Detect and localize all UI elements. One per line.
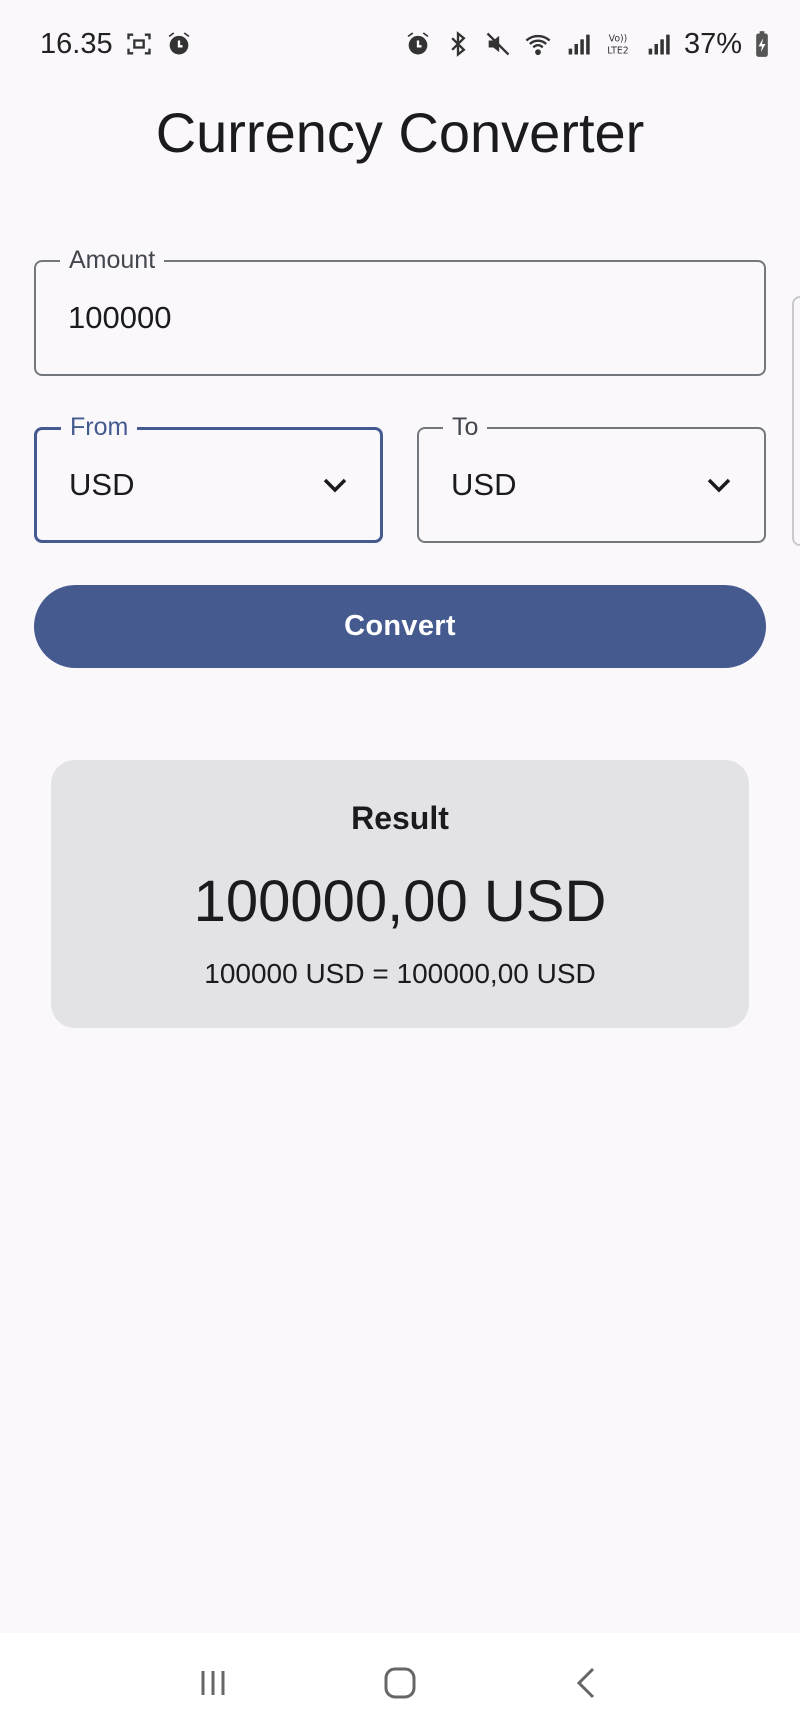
back-icon[interactable] [557,1653,617,1713]
result-detail: 100000 USD = 100000,00 USD [204,958,596,989]
from-currency-dropdown[interactable]: From USD [34,413,383,543]
battery-charging-icon [754,30,770,58]
status-bar: 16.35 Vo)) LTE2 37% [0,0,800,88]
convert-button[interactable]: Convert [34,585,766,668]
amount-field[interactable]: Amount 100000 [34,246,766,376]
page-title: Currency Converter [155,101,645,164]
status-left: 16.35 [40,28,193,61]
chevron-down-icon[interactable] [320,475,350,495]
from-currency-value: USD [69,467,135,502]
bluetooth-icon [444,30,472,58]
result-card: Result 100000,00 USD 100000 USD = 100000… [51,760,749,1028]
amount-label: Amount [60,246,165,275]
offscreen-panel-edge [792,296,800,546]
to-label: To [443,413,488,442]
status-right: Vo)) LTE2 37% [404,28,770,61]
from-label: From [61,413,138,442]
svg-text:Vo)): Vo)) [609,34,628,45]
signal-icon [564,30,592,58]
recent-apps-icon[interactable] [183,1653,243,1713]
to-currency-value: USD [451,467,517,502]
navigation-bar [0,1633,800,1733]
volte-icon: Vo)) LTE2 [604,30,632,58]
result-value: 100000,00 USD [193,869,607,934]
amount-input[interactable]: 100000 [68,300,171,336]
alarm-icon [404,30,432,58]
mute-icon [484,30,512,58]
result-title: Result [351,800,449,836]
home-icon[interactable] [370,1653,430,1713]
wifi-icon [524,30,552,58]
alarm-icon [165,30,193,58]
signal-icon [644,30,672,58]
chevron-down-icon[interactable] [704,475,734,495]
to-currency-dropdown[interactable]: To USD [417,413,766,543]
battery-percent: 37% [683,27,742,60]
svg-text:LTE2: LTE2 [607,45,628,56]
status-time: 16.35 [40,27,113,60]
screenshot-icon [125,30,153,58]
